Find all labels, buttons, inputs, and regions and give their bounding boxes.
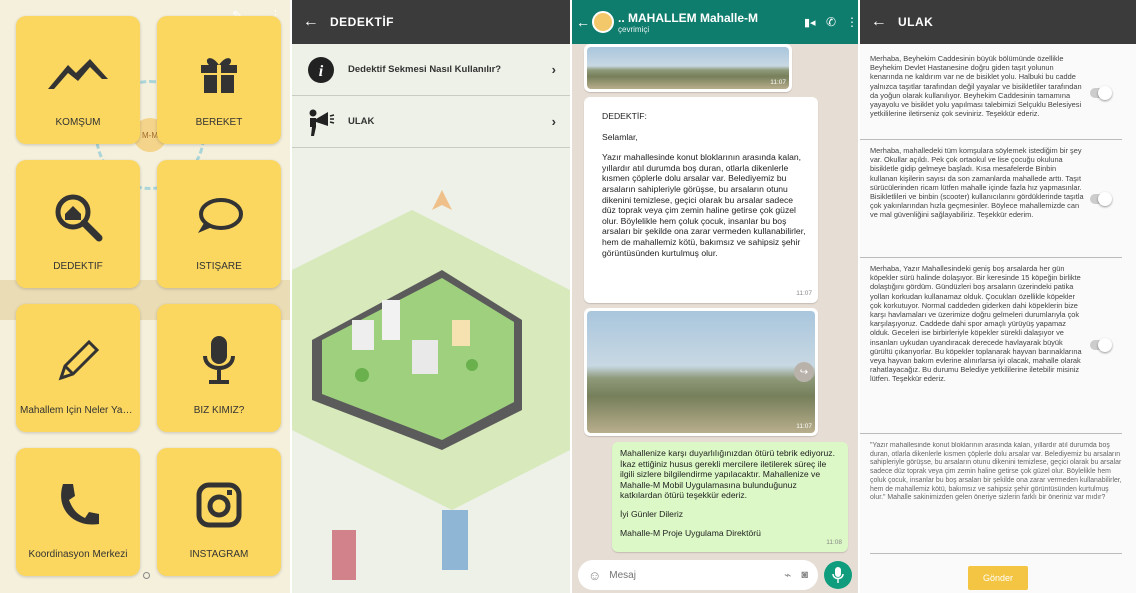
tile-istisare[interactable]: İSTİŞARE [157, 160, 281, 288]
chat-icon [194, 190, 244, 244]
tile-komsum[interactable]: KOMŞUM [16, 16, 140, 144]
dedektif-title: DEDEKTİF [330, 15, 394, 29]
image-message-1[interactable]: 11:07 [584, 44, 792, 92]
reply-signature: Mahalle-M Proje Uygulama Direktörü [620, 527, 761, 538]
ulak-toggle[interactable] [1090, 86, 1112, 100]
back-arrow-icon[interactable]: ← [292, 13, 330, 31]
emoji-icon[interactable]: ☺ [588, 568, 601, 583]
tile-biz-kimiz[interactable]: BİZ KİMİZ? [157, 304, 281, 432]
message-photo[interactable] [587, 47, 789, 89]
gift-icon [197, 46, 241, 100]
tile-label: BEREKET [195, 117, 243, 128]
message-time: 11:07 [796, 423, 812, 431]
ulak-list: Merhaba, Beyhekim Caddesinin büyük bölüm… [860, 44, 1136, 434]
mic-button[interactable] [824, 561, 852, 589]
info-icon: i [306, 55, 336, 85]
tile-label: Koordinasyon Merkezi [28, 549, 128, 560]
ulak-toggle[interactable] [1090, 338, 1112, 352]
chat-title[interactable]: .. MAHALLEM Mahalle-M [618, 11, 804, 25]
tile-label: KOMŞUM [55, 117, 101, 128]
phone-call-icon[interactable]: ✆ [826, 15, 846, 29]
reply-message[interactable]: Mahallenize karşı duyarlılığınızdan ötür… [612, 442, 848, 552]
back-arrow-icon[interactable]: ← [576, 14, 590, 30]
send-button[interactable]: Gönder [968, 566, 1028, 590]
tile-label: BİZ KİMİZ? [193, 405, 245, 416]
tile-koordinasyon[interactable]: Koordinasyon Merkezi [16, 448, 140, 576]
message-header: DEDEKTİF: [602, 111, 647, 121]
back-arrow-icon[interactable]: ← [860, 13, 898, 31]
tile-instagram[interactable]: İNSTAGRAM [157, 448, 281, 576]
tile-label: İNSTAGRAM [189, 549, 249, 560]
megaphone-icon [306, 107, 336, 137]
camera-icon[interactable]: ◙ [801, 569, 808, 581]
chevron-right-icon: › [551, 62, 556, 77]
message-time: 11:07 [796, 290, 812, 298]
tile-mahallem-icin[interactable]: Mahallem İçin Neler Yapabi... [16, 304, 140, 432]
ulak-item-text: Merhaba, Yazır Mahallesindeki geniş boş … [870, 264, 1082, 384]
message-input-bar[interactable]: ☺ ⌁ ◙ [578, 560, 818, 590]
chevron-right-icon: › [551, 114, 556, 129]
ulak-item[interactable]: Merhaba, Yazır Mahallesindeki geniş boş … [860, 258, 1122, 434]
ulak-screen: ← ULAK Merhaba, Beyhekim Caddesinin büyü… [860, 0, 1136, 593]
home-grid-screen: M-M ✎ ⋮ KOMŞUM BEREKET DEDEKTİF İSTİŞARE… [0, 0, 290, 593]
menu-item-label: Dedektif Sekmesi Nasıl Kullanılır? [348, 64, 502, 75]
dedektif-toolbar: ← DEDEKTİF [292, 0, 570, 44]
city-illustration [292, 190, 570, 580]
message-input[interactable] [609, 569, 785, 581]
ulak-item-text: Merhaba, mahalledeki tüm komşulara söyle… [870, 146, 1084, 220]
forward-icon[interactable]: ↪ [794, 362, 814, 382]
tile-dedektif[interactable]: DEDEKTİF [16, 160, 140, 288]
attach-icon[interactable]: ⌁ [784, 568, 791, 582]
ulak-toggle[interactable] [1090, 192, 1112, 206]
overflow-menu-icon[interactable]: ⋮ [846, 15, 858, 29]
tile-bereket[interactable]: BEREKET [157, 16, 281, 144]
video-call-icon[interactable]: ▮◂ [804, 16, 826, 29]
message-time: 11:08 [826, 539, 842, 547]
ulak-item-text: Merhaba, Beyhekim Caddesinin büyük bölüm… [870, 54, 1082, 119]
page-indicator [143, 572, 150, 579]
ulak-draft[interactable]: "Yazır mahallesinde konut bloklarının ar… [870, 442, 1122, 554]
menu-item-label: ULAK [348, 116, 375, 127]
magnifier-icon [53, 190, 103, 244]
reply-wish: İyi Günler Dileriz [620, 508, 684, 519]
message-photo[interactable] [587, 311, 815, 433]
chat-status: çevrimiçi [618, 24, 650, 34]
reply-body: Mahallenize karşı duyarlılığınızdan ötür… [620, 448, 835, 501]
menu-item-ulak[interactable]: ULAK › [292, 96, 570, 148]
svg-text:i: i [319, 63, 324, 80]
pencil-icon [53, 334, 103, 388]
microphone-icon [199, 334, 239, 388]
mic-icon [832, 567, 844, 583]
message-greeting: Selamlar, [602, 131, 638, 142]
house-icon [46, 46, 110, 100]
ulak-item[interactable]: Merhaba, Beyhekim Caddesinin büyük bölüm… [860, 48, 1122, 140]
text-message-dedektif[interactable]: DEDEKTİF: Selamlar, Yazır mahallesinde k… [584, 97, 818, 303]
menu-item-how-to[interactable]: i Dedektif Sekmesi Nasıl Kullanılır? › [292, 44, 570, 96]
avatar[interactable] [592, 11, 614, 33]
ulak-item[interactable]: Merhaba, mahalledeki tüm komşulara söyle… [860, 140, 1122, 258]
tile-label: Mahallem İçin Neler Yapabi... [20, 405, 140, 416]
tile-label: DEDEKTİF [53, 261, 103, 272]
ulak-title: ULAK [898, 15, 934, 29]
ulak-toolbar: ← ULAK [860, 0, 1136, 44]
message-body: Yazır mahallesinde konut bloklarının ara… [602, 152, 806, 258]
chat-header: ← .. MAHALLEM Mahalle-M çevrimiçi ▮◂ ✆ ⋮ [572, 0, 858, 44]
phone-icon [53, 478, 103, 532]
instagram-icon [196, 478, 242, 532]
dedektif-screen: ← DEDEKTİF i Dedektif Sekmesi Nasıl Kull… [292, 0, 570, 593]
tile-label: İSTİŞARE [196, 261, 242, 272]
image-message-2[interactable]: 11:07 [584, 308, 818, 436]
chat-screen: ← .. MAHALLEM Mahalle-M çevrimiçi ▮◂ ✆ ⋮… [572, 0, 858, 593]
message-time: 11:07 [770, 79, 786, 87]
